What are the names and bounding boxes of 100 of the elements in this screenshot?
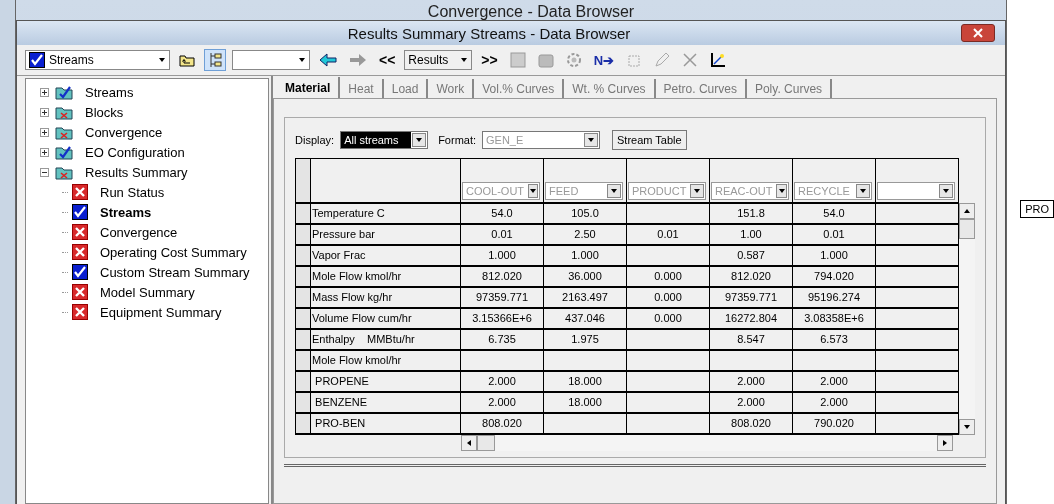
tree-item[interactable]: Run Status — [100, 184, 165, 200]
triangle-icon — [941, 439, 949, 447]
table-cell: 0.000 — [627, 267, 710, 288]
row-label-cell: Temperature C — [311, 204, 461, 225]
triangle-icon — [465, 439, 473, 447]
close-button[interactable] — [961, 24, 995, 42]
row-header[interactable] — [296, 246, 311, 267]
dashed-square-icon — [626, 52, 643, 68]
expand-button[interactable] — [40, 87, 49, 97]
tree-item[interactable]: Streams — [100, 204, 152, 220]
row-label-cell: Enthalpy MMBtu/hr — [311, 330, 461, 351]
arrow-right-icon — [349, 53, 367, 67]
tree-icon — [208, 52, 222, 68]
row-header[interactable] — [296, 267, 311, 288]
row-header[interactable] — [296, 393, 311, 414]
table-cell: 95196.274 — [793, 288, 876, 309]
scroll-up-button[interactable] — [959, 203, 975, 219]
table-cell: 0.01 — [461, 225, 544, 246]
row-header[interactable] — [296, 309, 311, 330]
table-cell: 0.01 — [627, 225, 710, 246]
table-cell: 3.08358E+6 — [793, 309, 876, 330]
table-cell: 1.000 — [461, 246, 544, 267]
tree-item[interactable]: Results Summary — [85, 164, 188, 180]
table-cell: 2.000 — [461, 393, 544, 414]
chart-icon — [710, 52, 727, 68]
triangle-icon — [963, 207, 971, 215]
triangle-icon — [693, 187, 702, 195]
gear-icon — [565, 52, 582, 68]
pencil-icon — [654, 52, 671, 68]
object-select[interactable]: Streams — [25, 50, 170, 70]
table-cell: 2.000 — [710, 393, 793, 414]
row-label-cell: BENZENE — [311, 393, 461, 414]
table-cell: 105.0 — [544, 204, 627, 225]
triangle-icon — [415, 136, 424, 144]
scroll-right-button[interactable] — [937, 435, 953, 451]
table-cell: 794.020 — [793, 267, 876, 288]
table-cell: 1.975 — [544, 330, 627, 351]
row-label-cell: Volume Flow cum/hr — [311, 309, 461, 330]
scroll-down-button[interactable] — [959, 419, 975, 435]
table-cell: 16272.804 — [710, 309, 793, 330]
row-label-cell: Vapor Frac — [311, 246, 461, 267]
row-header[interactable] — [296, 204, 311, 225]
row-header[interactable] — [296, 414, 311, 435]
table-cell: 6.573 — [793, 330, 876, 351]
scroll-thumb[interactable] — [477, 435, 495, 451]
row-label-cell: Mole Flow kmol/hr — [311, 267, 461, 288]
tree-item[interactable]: Streams — [85, 84, 134, 100]
row-header[interactable] — [296, 351, 311, 372]
grid-icon — [509, 52, 526, 68]
table-cell: 18.000 — [544, 372, 627, 393]
plus-icon — [41, 108, 48, 116]
display-select[interactable]: All streams — [340, 131, 429, 149]
next-input-button[interactable]: N➔ — [590, 49, 618, 71]
table-cell: 0.01 — [793, 225, 876, 246]
tree-view-button[interactable] — [204, 49, 226, 71]
empty-select[interactable] — [232, 50, 310, 70]
table-cell: 2.50 — [544, 225, 627, 246]
tree-item[interactable]: Convergence — [100, 224, 178, 240]
row-label-cell: PROPENE — [311, 372, 461, 393]
expand-button[interactable] — [40, 107, 49, 117]
next-button[interactable]: >> — [478, 49, 501, 71]
table-cell: 36.000 — [544, 267, 627, 288]
tree-item[interactable]: EO Configuration — [85, 144, 185, 160]
tree-item[interactable]: Equipment Summary — [100, 304, 222, 320]
triangle-icon — [529, 187, 538, 195]
tree-item[interactable]: Blocks — [85, 104, 124, 120]
table-cell: 97359.771 — [461, 288, 544, 309]
triangle-icon — [859, 187, 867, 195]
previous-button[interactable]: << — [376, 49, 399, 71]
tree-item[interactable]: Model Summary — [100, 284, 195, 300]
table-cell: 0.000 — [627, 309, 710, 330]
horizontal-scrollbar[interactable] — [461, 435, 953, 451]
table-cell: 2.000 — [710, 372, 793, 393]
plus-icon — [41, 148, 48, 156]
row-header[interactable] — [296, 330, 311, 351]
row-label-cell: Mass Flow kg/hr — [311, 288, 461, 309]
table-cell: 2.000 — [461, 372, 544, 393]
collapse-button[interactable] — [40, 167, 49, 177]
expand-button[interactable] — [40, 127, 49, 137]
scroll-thumb[interactable] — [959, 219, 975, 239]
vertical-scrollbar[interactable] — [959, 203, 975, 435]
row-header[interactable] — [296, 225, 311, 246]
row-header[interactable] — [296, 372, 311, 393]
expand-button[interactable] — [40, 147, 49, 157]
row-header[interactable] — [296, 288, 311, 309]
scroll-left-button[interactable] — [461, 435, 477, 451]
triangle-icon — [777, 187, 786, 195]
tree-item[interactable]: Custom Stream Summary — [100, 264, 250, 280]
folder-up-icon — [179, 53, 195, 67]
table-cell: 97359.771 — [710, 288, 793, 309]
plus-icon — [41, 88, 48, 96]
row-label-cell: Pressure bar — [311, 225, 461, 246]
stream-table-button[interactable]: Stream Table — [612, 130, 687, 150]
triangle-icon — [298, 56, 306, 64]
section-select[interactable]: Results — [404, 50, 473, 70]
table-cell: 18.000 — [544, 393, 627, 414]
table-cell: 6.735 — [461, 330, 544, 351]
table-cell: 8.547 — [710, 330, 793, 351]
tree-item[interactable]: Convergence — [85, 124, 163, 140]
tree-item[interactable]: Operating Cost Summary — [100, 244, 247, 260]
